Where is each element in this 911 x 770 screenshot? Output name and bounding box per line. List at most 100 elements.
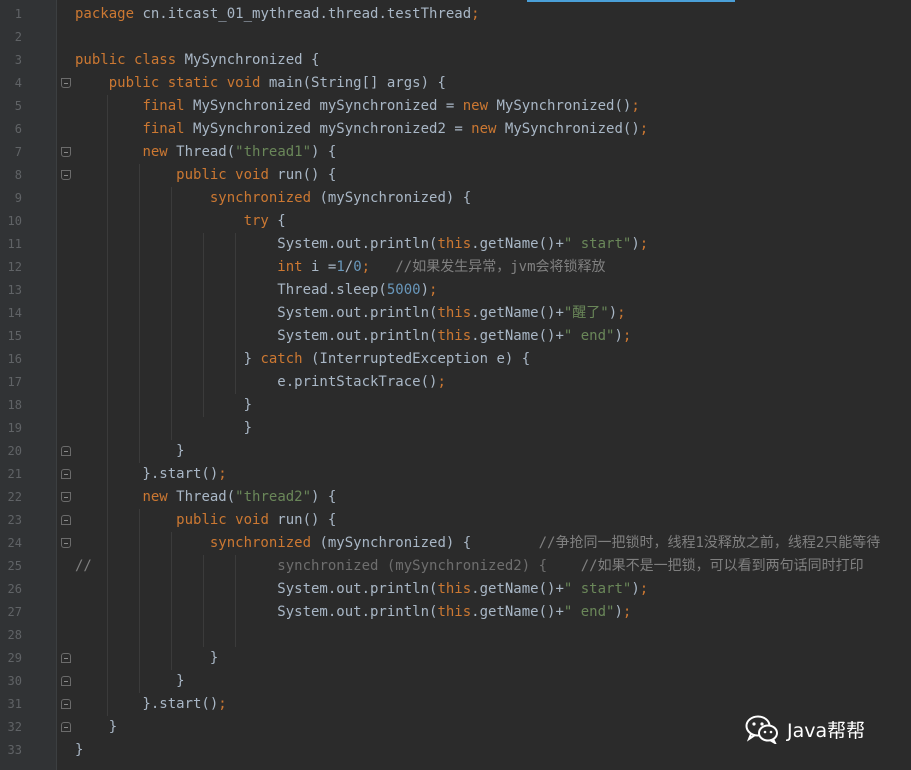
code-editor[interactable]: 1 2 3 4 5 6 7 8 9 10 11 12 13 14 15 16 17 18 19 20 21 22 23 24 2… (0, 0, 911, 770)
code-line[interactable]: public void run() { (75, 164, 336, 187)
code-line[interactable]: package cn.itcast_01_mythread.thread.tes… (75, 3, 480, 26)
code-token: " end" (563, 604, 615, 620)
code-line[interactable]: public static void main(String[] args) { (75, 72, 446, 95)
code-token: e.printStackTrace() (75, 374, 438, 390)
code-token: synchronized (mySynchronized2) { (277, 558, 548, 574)
code-token: { (268, 213, 286, 229)
code-line[interactable]: }.start(); (75, 693, 227, 716)
code-line[interactable]: } (75, 739, 83, 762)
code-token: System.out.println( (75, 604, 438, 620)
fold-toggle-icon[interactable] (61, 147, 71, 157)
code-line[interactable]: System.out.println(this.getName()+"醒了"); (75, 302, 626, 325)
code-line[interactable]: }.start(); (75, 463, 227, 486)
code-token: MySynchronized { (176, 52, 320, 68)
code-token: / (344, 259, 354, 275)
line-number: 18 (7, 398, 22, 412)
code-line[interactable]: } (75, 716, 117, 739)
code-token: cn.itcast_01_mythread.thread.testThread (134, 6, 472, 22)
code-token: ; (622, 604, 632, 620)
code-token: final (142, 121, 185, 137)
code-token: (InterruptedException e) { (302, 351, 531, 367)
code-token: "thread1" (235, 144, 312, 160)
fold-end-icon[interactable] (61, 699, 71, 709)
code-line[interactable]: } catch (InterruptedException e) { (75, 348, 531, 371)
fold-end-icon[interactable] (61, 653, 71, 663)
code-token: public class (75, 52, 177, 68)
code-token: ; (631, 98, 640, 114)
code-token: ) (608, 305, 618, 321)
code-line[interactable]: } (75, 647, 218, 670)
code-line[interactable]: int i =1/0; //如果发生异常，jvm会将锁释放 (75, 256, 605, 279)
line-number: 24 (7, 536, 22, 550)
code-line[interactable]: System.out.println(this.getName()+" end"… (75, 601, 631, 624)
code-line[interactable]: } (75, 394, 252, 417)
line-number: 26 (7, 582, 22, 596)
fold-toggle-icon[interactable] (61, 170, 71, 180)
line-number: 25 (7, 559, 22, 573)
fold-toggle-icon[interactable] (61, 538, 71, 548)
code-token: //争抢同一把锁时，线程1没释放之前，线程2只能等待 (538, 535, 881, 551)
code-token: ; (471, 6, 480, 22)
code-line[interactable]: final MySynchronized mySynchronized2 = n… (75, 118, 648, 141)
code-line[interactable]: synchronized (mySynchronized) { (75, 187, 471, 210)
code-line[interactable]: } (75, 417, 252, 440)
code-line[interactable]: public class MySynchronized { (75, 49, 319, 72)
code-line[interactable]: Thread.sleep(5000); (75, 279, 437, 302)
code-token: ) (420, 282, 430, 298)
code-line[interactable]: try { (75, 210, 286, 233)
code-line[interactable]: e.printStackTrace(); (75, 371, 446, 394)
line-number: 19 (7, 421, 22, 435)
active-tab-indicator (527, 0, 735, 2)
code-line[interactable]: } (75, 440, 184, 463)
code-token: (mySynchronized) { (311, 535, 539, 551)
line-number: 12 (7, 260, 22, 274)
code-token: Thread( (167, 144, 236, 160)
code-line[interactable]: synchronized (mySynchronized) { //争抢同一把锁… (75, 532, 880, 555)
code-token: ; (218, 466, 227, 482)
code-token: new (142, 144, 168, 160)
code-line[interactable]: System.out.println(this.getName()+" star… (75, 578, 648, 601)
code-token: .getName()+ (471, 604, 564, 620)
code-line[interactable]: } (75, 670, 184, 693)
code-line[interactable]: new Thread("thread1") { (75, 141, 336, 164)
code-line[interactable]: final MySynchronized mySynchronized = ne… (75, 95, 640, 118)
fold-end-icon[interactable] (61, 469, 71, 479)
code-token: synchronized (209, 190, 312, 206)
code-token: System.out.println( (75, 236, 438, 252)
code-line[interactable]: System.out.println(this.getName()+" end"… (75, 325, 631, 348)
code-token: "醒了" (563, 305, 609, 321)
code-token: this (437, 305, 472, 321)
code-token: ; (639, 581, 649, 597)
fold-end-icon[interactable] (61, 722, 71, 732)
code-line[interactable]: new Thread("thread2") { (75, 486, 336, 509)
code-token: ; (617, 305, 626, 321)
line-number: 10 (7, 214, 22, 228)
line-number-gutter: 1 2 3 4 5 6 7 8 9 10 11 12 13 14 15 16 17 18 19 20 21 22 23 24 2… (0, 0, 57, 770)
fold-toggle-icon[interactable] (61, 492, 71, 502)
code-token: ; (218, 696, 227, 712)
code-token: this (437, 236, 472, 252)
line-number: 29 (7, 651, 22, 665)
code-token: }.start() (75, 696, 219, 712)
code-line[interactable]: // synchronized (mySynchronized2) { //如果… (75, 555, 864, 578)
code-token: "thread2" (235, 489, 312, 505)
code-token: try (243, 213, 269, 229)
line-number: 23 (7, 513, 22, 527)
fold-end-icon[interactable] (61, 676, 71, 686)
code-token: " start" (563, 581, 632, 597)
fold-end-icon[interactable] (61, 446, 71, 456)
code-token: ; (639, 121, 649, 137)
fold-toggle-icon[interactable] (61, 78, 71, 88)
line-number: 14 (7, 306, 22, 320)
line-number: 30 (7, 674, 22, 688)
code-token: package (75, 6, 135, 22)
code-line[interactable]: public void run() { (75, 509, 336, 532)
code-token: new (462, 98, 489, 114)
code-line[interactable]: System.out.println(this.getName()+" star… (75, 233, 648, 256)
fold-end-icon[interactable] (61, 515, 71, 525)
code-token: }.start() (75, 466, 219, 482)
